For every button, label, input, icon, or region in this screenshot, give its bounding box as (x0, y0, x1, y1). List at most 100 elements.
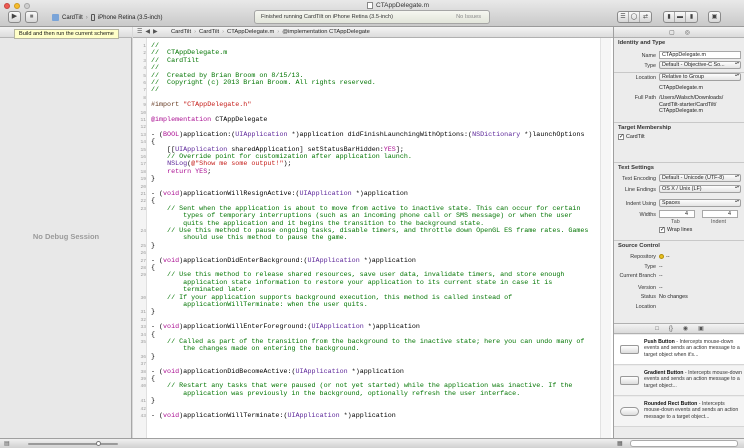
source-editor[interactable]: ☰◀▶ CardTilt › CardTilt › CTAppDelegate.… (133, 27, 613, 438)
slider-knob[interactable] (96, 441, 101, 446)
name-field[interactable]: CTAppDelegate.m (659, 51, 741, 59)
line-number: 20 (140, 184, 146, 190)
library-filter-field[interactable] (630, 440, 738, 447)
code-line[interactable]: - (void)applicationDidBecomeActive:(UIAp… (151, 368, 404, 377)
jump-bar-nav-buttons[interactable]: ☰◀▶ (137, 28, 161, 35)
code-line[interactable]: } (151, 397, 155, 406)
issues-count[interactable]: No Issues (456, 14, 481, 20)
wrap-lines-label: Wrap lines (667, 227, 693, 233)
code-line[interactable]: - (void)applicationWillTerminate:(UIAppl… (151, 412, 396, 421)
location-popup[interactable]: Relative to Group (659, 73, 741, 81)
code-line[interactable]: - (void)applicationWillResignActive:(UIA… (151, 190, 408, 199)
library-item-gradient-button[interactable]: Gradient Button - Intercepts mouse-down … (614, 366, 744, 396)
device-icon (90, 14, 95, 21)
code-line[interactable]: return YES; (151, 168, 211, 177)
code-line[interactable]: applicationWillTerminate: when the user … (151, 301, 368, 310)
status-value: No changes (659, 294, 688, 300)
quick-help-icon[interactable]: ◎ (685, 29, 690, 36)
version-editor-icon[interactable]: ⇄ (640, 12, 651, 22)
line-number: 26 (140, 251, 146, 257)
breadcrumb-item[interactable]: CardTilt (171, 29, 191, 35)
stop-button[interactable]: ■ (25, 11, 38, 23)
navigator-toggle-icon[interactable]: ▮ (664, 12, 675, 22)
chevron-right-icon: › (222, 29, 225, 35)
line-number: 6 (143, 81, 146, 86)
editor-mode-segment[interactable]: ☰ ◯ ⇄ (617, 11, 652, 23)
file-inspector-icon[interactable]: ▢ (669, 29, 675, 36)
code-line[interactable]: } (151, 242, 155, 251)
code-line[interactable]: should use this method to pause the game… (151, 235, 348, 243)
line-number: 23 (140, 206, 146, 212)
type-popup[interactable]: Default - Objective-C So... (659, 61, 741, 69)
toolbar: CTAppDelegate.m ▶ ■ CardTilt › iPhone Re… (0, 0, 744, 27)
zoom-window-button[interactable] (24, 3, 30, 9)
code-line[interactable]: // Copyright (c) 2013 Brian Broom. All r… (151, 79, 376, 88)
organizer-icon[interactable]: ▣ (709, 12, 720, 22)
code-line[interactable]: - (void)applicationDidEnterBackground:(U… (151, 257, 416, 266)
repository-label: Repository (630, 254, 656, 260)
target-membership-checkbox[interactable]: ✓ (618, 134, 624, 140)
line-number: 3 (143, 58, 146, 64)
breadcrumb-item[interactable]: CTAppDelegate.m (227, 29, 274, 35)
tab-width-field[interactable]: 4 (659, 210, 695, 218)
widths-label: Widths (639, 212, 656, 218)
code-line[interactable]: @implementation CTAppDelegate (151, 116, 267, 125)
line-number: 7 (143, 88, 146, 94)
line-number: 4 (143, 66, 146, 72)
line-endings-popup[interactable]: OS X / Unix (LF) (659, 185, 741, 193)
code-line[interactable]: - (BOOL)application:(UIApplication *)app… (151, 131, 584, 140)
code-line[interactable]: // (151, 87, 159, 95)
panel-toggle-icon[interactable]: ▤ (4, 440, 10, 447)
indent-width-field[interactable]: 4 (702, 210, 738, 218)
code-line[interactable]: application was previously in the backgr… (151, 390, 520, 399)
run-button[interactable]: ▶ (8, 11, 21, 23)
line-number: 30 (140, 295, 146, 301)
jump-bar: ☰◀▶ CardTilt › CardTilt › CTAppDelegate.… (133, 27, 613, 38)
close-window-button[interactable] (4, 3, 10, 9)
assistant-editor-icon[interactable]: ◯ (629, 12, 640, 22)
name-label: Name (641, 53, 656, 59)
library-item-title: Push Button (644, 339, 675, 345)
code-line[interactable]: #import "CTAppDelegate.h" (151, 101, 251, 110)
code-line[interactable]: } (151, 175, 155, 184)
code-line[interactable]: } (151, 353, 155, 362)
repository-value: -- (666, 254, 670, 260)
library-item-text: Gradient Button - Intercepts mouse-down … (644, 370, 742, 389)
file-template-icon[interactable]: □ (655, 326, 659, 332)
code-snippet-icon[interactable]: {} (669, 326, 673, 332)
location-label: Location (635, 75, 656, 81)
code-line[interactable]: the changes made on entering the backgro… (151, 346, 360, 354)
utilities-toggle-icon[interactable]: ▮ (686, 12, 697, 22)
breadcrumb-item[interactable]: @implementation CTAppDelegate (282, 29, 370, 35)
view-toggle-segment[interactable]: ▮ ▬ ▮ (663, 11, 698, 23)
object-library-icon[interactable]: ◉ (683, 325, 688, 332)
scheme-selector[interactable]: CardTilt › iPhone Retina (3.5-inch) (52, 12, 162, 23)
organizer-segment[interactable]: ▣ (708, 11, 721, 23)
library-item-text: Push Button - Intercepts mouse-down even… (644, 339, 742, 358)
wrap-lines-checkbox[interactable]: ✓ (659, 227, 665, 233)
indent-using-popup[interactable]: Spaces (659, 199, 741, 207)
text-settings-title: Text Settings (618, 165, 654, 171)
debug-area-toggle-icon[interactable]: ▬ (675, 12, 686, 22)
target-name: CardTilt (626, 134, 645, 140)
code-line[interactable]: - (void)applicationWillEnterForeground:(… (151, 323, 420, 332)
grid-view-icon[interactable]: ▦ (617, 440, 623, 447)
line-number: 42 (140, 406, 146, 412)
library-item-rounded-rect-button[interactable]: Rounded Rect Button - Intercepts mouse-d… (614, 397, 744, 427)
library-item-push-button[interactable]: Push Button - Intercepts mouse-down even… (614, 335, 744, 365)
line-number: 14 (140, 140, 146, 146)
indent-caption: Indent (711, 219, 726, 225)
code-line[interactable]: } (151, 309, 155, 317)
editor-vertical-scrollbar[interactable] (600, 38, 611, 438)
line-number: 24 (140, 229, 146, 234)
chevron-right-icon: › (277, 29, 280, 35)
line-number: 35 (140, 340, 146, 345)
media-library-icon[interactable]: ▣ (698, 325, 704, 332)
chevron-right-icon: › (194, 29, 197, 35)
standard-editor-icon[interactable]: ☰ (618, 12, 629, 22)
zoom-slider[interactable] (28, 441, 118, 446)
line-number: 29 (140, 273, 146, 279)
text-encoding-popup[interactable]: Default - Unicode (UTF-8) (659, 174, 741, 182)
minimize-window-button[interactable] (14, 3, 20, 9)
breadcrumb-item[interactable]: CardTilt (199, 29, 219, 35)
